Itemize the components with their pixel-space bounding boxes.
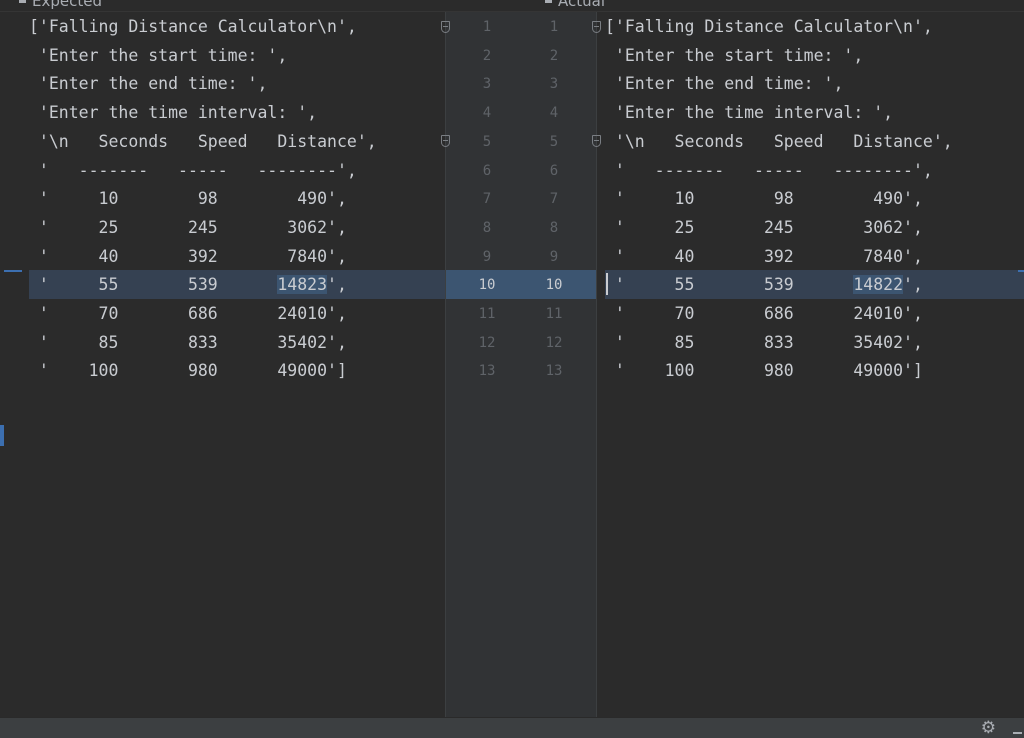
expected-code-line: 'Enter the start time: ',: [29, 45, 288, 65]
text-caret: [606, 273, 608, 295]
line-number: 4: [482, 105, 492, 122]
actual-code-line: ' 85 833 35402',: [605, 332, 923, 352]
line-number: 1: [549, 19, 559, 35]
actual-code-line: 'Enter the time interval: ',: [605, 103, 894, 123]
expected-code-line: '\n Seconds Speed Distance',: [29, 131, 377, 151]
square-icon: [545, 0, 552, 3]
actual-title: Actual: [558, 0, 605, 10]
line-number: 8: [482, 219, 492, 236]
line-number: 5: [549, 133, 559, 150]
diff-value: 14822: [853, 275, 904, 295]
line-number: 7: [482, 191, 492, 208]
minus-icon[interactable]: [1013, 732, 1022, 734]
gear-icon[interactable]: ⚙: [981, 719, 996, 737]
line-number: 2: [482, 47, 492, 64]
line-number: 8: [549, 219, 559, 236]
status-bar: ⚙: [0, 717, 1024, 738]
actual-code-line: ' 10 98 490',: [605, 189, 923, 209]
line-number: 12: [545, 334, 563, 351]
expected-pane-header: Expected: [19, 0, 102, 9]
line-number: 1: [482, 19, 492, 35]
actual-code-line: 'Enter the end time: ',: [605, 74, 844, 94]
actual-code-line: ' 40 392 7840',: [605, 246, 923, 266]
expected-code-line: ' 55 539 14823',: [29, 275, 347, 295]
square-icon: [19, 0, 26, 3]
expected-code-line: ' 25 245 3062',: [29, 217, 347, 237]
line-number: 11: [545, 306, 563, 322]
line-number: 5: [482, 133, 492, 150]
line-number: 10: [478, 277, 496, 294]
actual-code-line: ' 70 686 24010',: [605, 304, 923, 323]
fold-icon[interactable]: [441, 21, 450, 33]
expected-title: Expected: [32, 0, 102, 10]
line-number: 6: [549, 162, 559, 179]
diff-marker-left: [4, 270, 22, 272]
expected-code-line: ' 70 686 24010',: [29, 304, 347, 323]
fold-icon[interactable]: [592, 21, 601, 33]
line-number: 6: [482, 162, 492, 179]
line-number: 3: [482, 76, 492, 93]
actual-code-line: ' 25 245 3062',: [605, 217, 923, 237]
actual-code-line: '\n Seconds Speed Distance',: [605, 131, 953, 151]
pane-divider: [445, 12, 446, 718]
diff-marker-right: [1018, 270, 1024, 272]
line-number: 12: [478, 334, 496, 351]
actual-code-line: 'Enter the start time: ',: [605, 45, 864, 65]
line-number: 2: [549, 47, 559, 64]
line-number: 13: [545, 363, 563, 380]
expected-code-line: ['Falling Distance Calculator\n',: [29, 17, 357, 36]
actual-code-line: ' 100 980 49000']: [605, 361, 923, 381]
actual-pane-header: Actual: [545, 0, 605, 9]
line-number: 4: [549, 105, 559, 122]
expected-code-line: ' 40 392 7840',: [29, 246, 347, 266]
diff-value: 14823: [277, 275, 328, 295]
actual-code-line: ' ------- ----- --------',: [605, 160, 933, 180]
fold-icon[interactable]: [441, 135, 450, 147]
expected-code-line: 'Enter the time interval: ',: [29, 103, 318, 123]
change-indicator: [0, 425, 4, 446]
line-number: 9: [549, 248, 559, 265]
line-number: 7: [549, 191, 559, 208]
line-number: 13: [478, 363, 496, 380]
expected-code-line: 'Enter the end time: ',: [29, 74, 268, 94]
expected-code-line: ' 10 98 490',: [29, 189, 347, 209]
line-number: 3: [549, 76, 559, 93]
line-number: 10: [545, 277, 563, 294]
line-number: 11: [478, 306, 496, 322]
expected-code-line: ' 100 980 49000']: [29, 361, 347, 381]
expected-code-line: ' ------- ----- --------',: [29, 160, 357, 180]
line-number: 9: [482, 248, 492, 265]
expected-code-line: ' 85 833 35402',: [29, 332, 347, 352]
fold-icon[interactable]: [592, 135, 601, 147]
actual-code-line: ['Falling Distance Calculator\n',: [605, 17, 933, 36]
actual-code-line: ' 55 539 14822',: [605, 275, 923, 295]
